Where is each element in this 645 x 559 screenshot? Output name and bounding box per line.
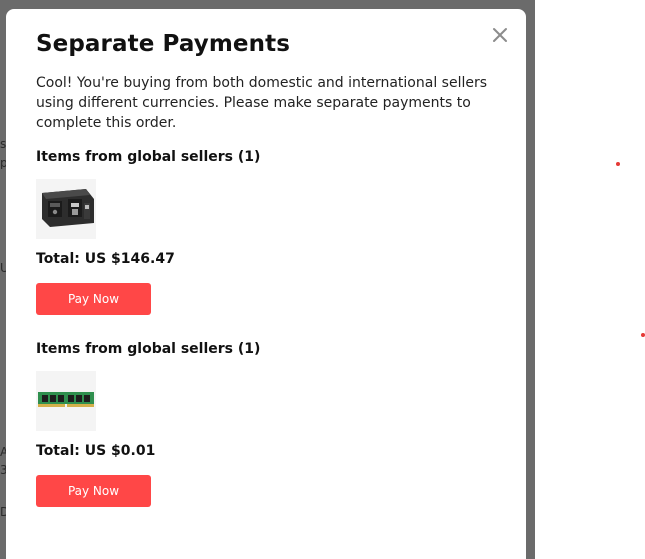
modal-description: Cool! You're buying from both domestic a…: [36, 75, 488, 131]
pay-now-button[interactable]: Pay Now: [36, 283, 151, 315]
separate-payments-modal: Separate Payments Cool! You're buying fr…: [6, 9, 526, 559]
background-dot: [616, 162, 620, 166]
product-thumbnail[interactable]: [36, 179, 96, 239]
close-icon: [493, 28, 507, 42]
section-heading: Items from global sellers (1): [36, 341, 261, 357]
background-dot: [641, 333, 645, 337]
section-heading: Items from global sellers (1): [36, 149, 261, 165]
pay-now-button[interactable]: Pay Now: [36, 475, 151, 507]
close-button[interactable]: [490, 25, 510, 45]
payment-group: Items from global sellers (1) Total: US …: [36, 149, 496, 315]
product-thumbnail[interactable]: [36, 371, 96, 431]
order-total: Total: US $0.01: [36, 443, 156, 459]
usb-socket-panel-image: [36, 179, 96, 239]
order-total: Total: US $146.47: [36, 251, 175, 267]
payment-group: Items from global sellers (1) Total: US …: [36, 341, 496, 507]
modal-title: Separate Payments: [36, 31, 290, 57]
ram-memory-stick-image: [36, 371, 96, 431]
page-background-right: [535, 0, 645, 559]
